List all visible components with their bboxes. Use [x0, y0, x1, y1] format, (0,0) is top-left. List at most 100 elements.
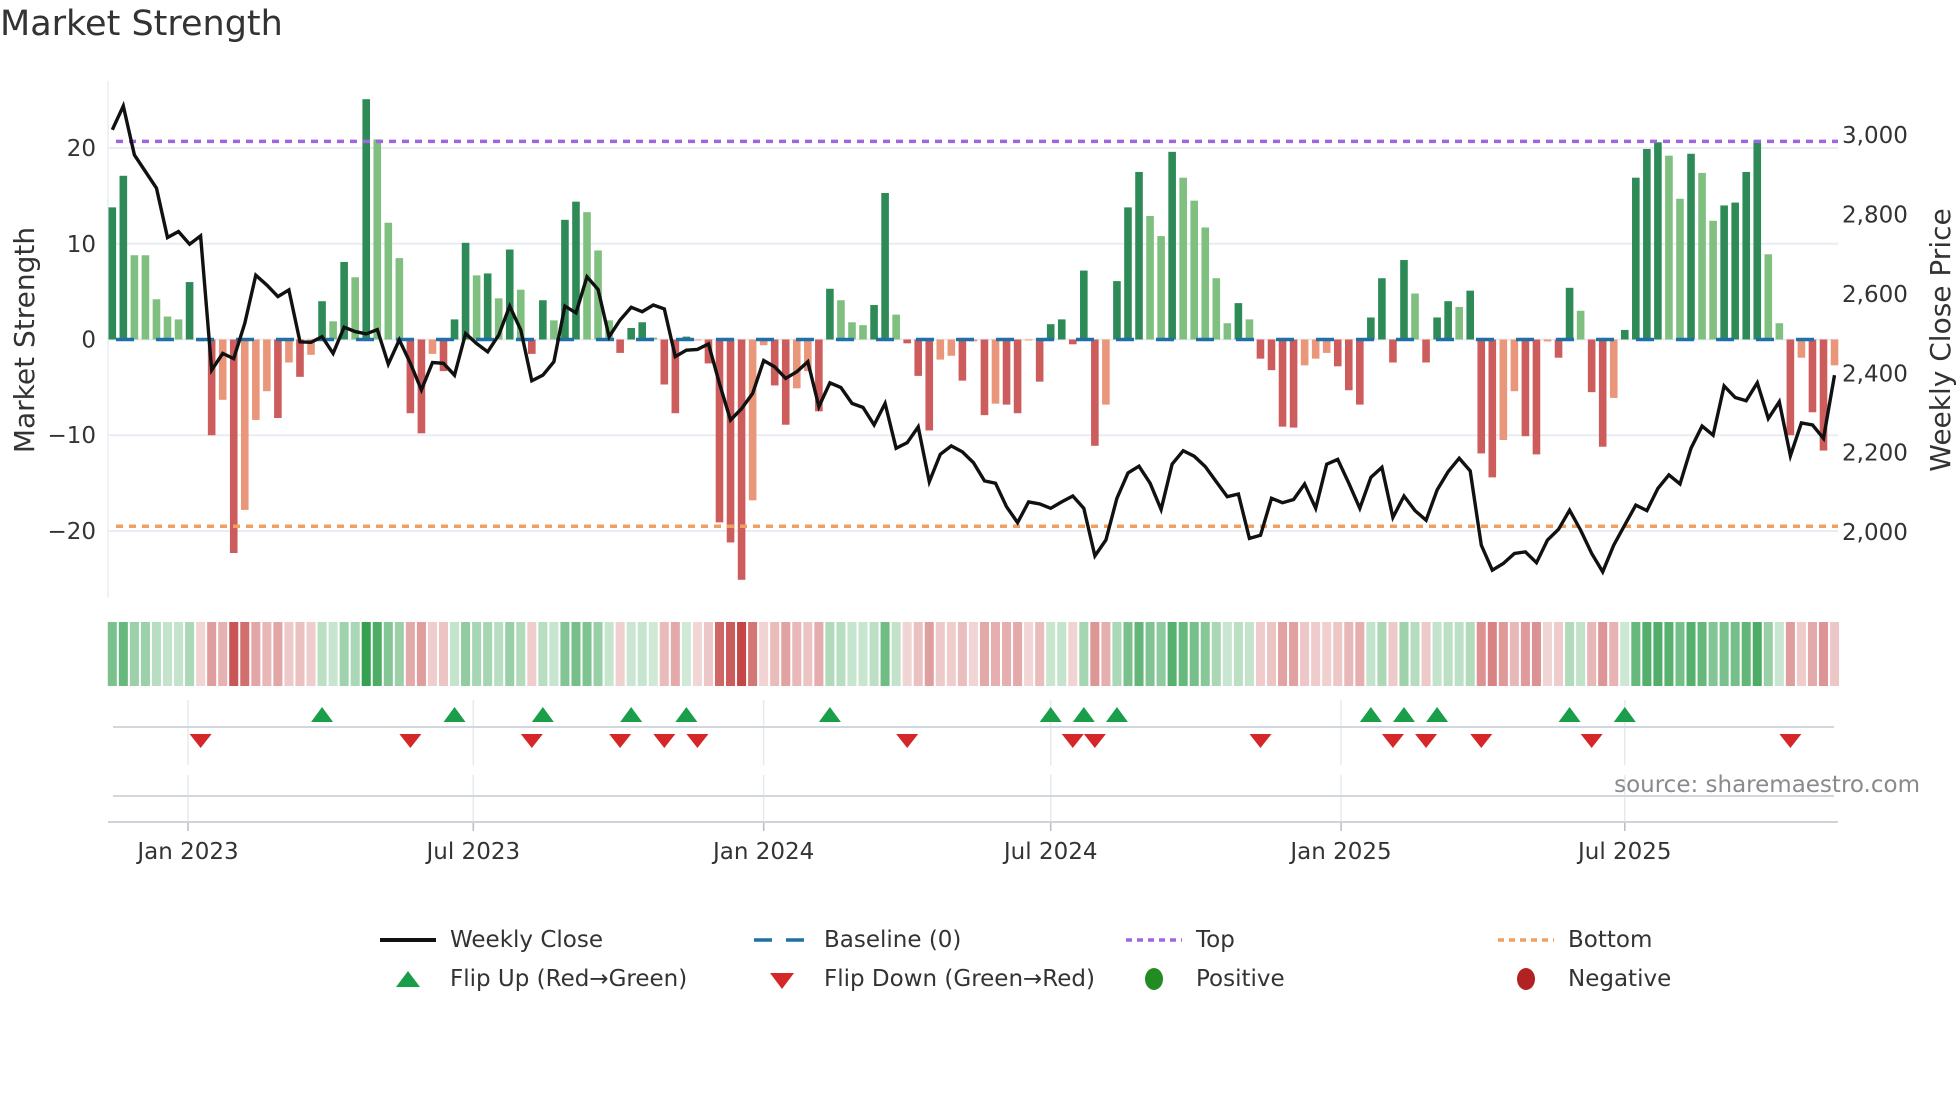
strength-bar	[1146, 215, 1154, 340]
y2-axis-label: Weekly Close Price	[1924, 208, 1957, 471]
strength-bar	[1753, 140, 1762, 340]
strip-cell	[770, 622, 780, 686]
strength-bar	[1300, 339, 1309, 366]
strip-cell	[1752, 622, 1762, 686]
strength-bar	[1080, 270, 1088, 340]
flip-up-marker	[620, 707, 643, 722]
flip-down-marker	[686, 734, 709, 748]
legend-item-positive[interactable]: Positive	[1124, 963, 1285, 995]
strip-cell	[1620, 622, 1630, 686]
strength-bar	[1786, 339, 1795, 436]
strip-cell	[946, 622, 956, 686]
strength-bar	[428, 339, 437, 354]
strength-bar	[229, 339, 238, 554]
strip-cell	[1035, 622, 1045, 686]
strip-cell	[1487, 622, 1497, 686]
strength-bar	[1510, 339, 1519, 392]
legend-item-weekly-close[interactable]: Weekly Close	[378, 924, 603, 956]
dotted-line-icon	[1124, 924, 1184, 956]
strip-cell	[1830, 622, 1840, 686]
strength-bar	[1245, 319, 1254, 340]
strip-cell	[1377, 622, 1387, 686]
strip-cell	[1057, 622, 1067, 686]
strip-cell	[383, 622, 393, 686]
strength-heat-strip	[107, 622, 1840, 686]
strip-cell	[1763, 622, 1773, 686]
legend-item-flip-up[interactable]: Flip Up (Red→Green)	[378, 963, 687, 995]
x-tick-label: Jan 2024	[711, 839, 814, 865]
strength-bar	[252, 339, 260, 420]
legend-item-baseline[interactable]: Baseline (0)	[752, 924, 961, 956]
strip-cell	[505, 622, 515, 686]
strength-bar	[1775, 323, 1784, 340]
strength-bar	[119, 175, 128, 340]
strength-bar	[1709, 220, 1717, 340]
strip-cell	[196, 622, 206, 686]
strip-cell	[935, 622, 945, 686]
flip-down-marker	[653, 734, 676, 748]
strip-cell	[825, 622, 835, 686]
strength-bar	[1046, 324, 1055, 340]
strength-bar	[715, 339, 724, 523]
strip-cell	[1266, 622, 1277, 686]
strip-cell	[1675, 622, 1685, 686]
strength-bar	[1013, 339, 1022, 414]
strength-bar	[1797, 339, 1806, 358]
legend-item-top[interactable]: Top	[1124, 924, 1235, 956]
legend-item-bottom[interactable]: Bottom	[1496, 924, 1652, 956]
strip-cell	[902, 622, 912, 686]
strip-cell	[781, 622, 791, 686]
strip-cell	[1421, 622, 1431, 686]
strip-cell	[748, 622, 758, 686]
strength-bar	[362, 99, 371, 340]
strength-bar	[152, 299, 161, 340]
strip-cell	[726, 622, 736, 686]
strength-bar	[1411, 293, 1419, 340]
legend-item-flip-down[interactable]: Flip Down (Green→Red)	[752, 963, 1095, 995]
strip-cell	[549, 622, 559, 686]
strip-cell	[1300, 622, 1310, 686]
strength-bar	[1157, 236, 1165, 340]
strip-cell	[350, 622, 360, 686]
legend-label: Positive	[1196, 966, 1285, 992]
strip-cell	[1090, 622, 1100, 686]
y2-tick-label: 2,800	[1842, 202, 1908, 228]
strength-bar	[318, 301, 326, 340]
strip-cell	[1322, 622, 1332, 686]
legend-label: Baseline (0)	[824, 927, 962, 953]
strip-cell	[1509, 622, 1519, 686]
strength-bar	[660, 339, 669, 385]
strength-bar	[1135, 171, 1143, 340]
strength-bar	[693, 339, 702, 341]
strength-bar	[1742, 171, 1751, 340]
strength-bar	[1057, 319, 1066, 340]
flip-up-marker	[1359, 707, 1382, 722]
legend-item-negative[interactable]: Negative	[1496, 963, 1671, 995]
strip-cell	[1289, 622, 1299, 686]
strip-cell	[306, 622, 316, 686]
strength-bar	[1179, 177, 1187, 340]
strength-bar	[296, 339, 304, 377]
strength-bar	[108, 207, 117, 340]
strength-bar	[1356, 339, 1364, 405]
strip-cell	[107, 622, 117, 686]
strip-cell	[1719, 622, 1729, 686]
strength-bar	[737, 339, 746, 580]
strip-cell	[670, 622, 680, 686]
strip-cell	[637, 622, 647, 686]
strip-cell	[659, 622, 669, 686]
flip-up-marker	[1039, 707, 1062, 722]
strength-bar	[1333, 339, 1342, 367]
flip-up-marker	[1392, 707, 1415, 722]
strip-cell	[1344, 622, 1354, 686]
strip-cell	[1002, 622, 1012, 686]
y2-tick-label: 3,000	[1842, 123, 1908, 149]
strip-cell	[1520, 622, 1530, 686]
strip-cell	[1631, 622, 1641, 686]
strip-cell	[1609, 622, 1619, 686]
strength-bar	[461, 242, 470, 340]
strength-bar	[1576, 310, 1585, 340]
strip-cell	[1112, 622, 1122, 686]
strength-bar	[1168, 151, 1176, 340]
strength-bar	[792, 339, 801, 389]
